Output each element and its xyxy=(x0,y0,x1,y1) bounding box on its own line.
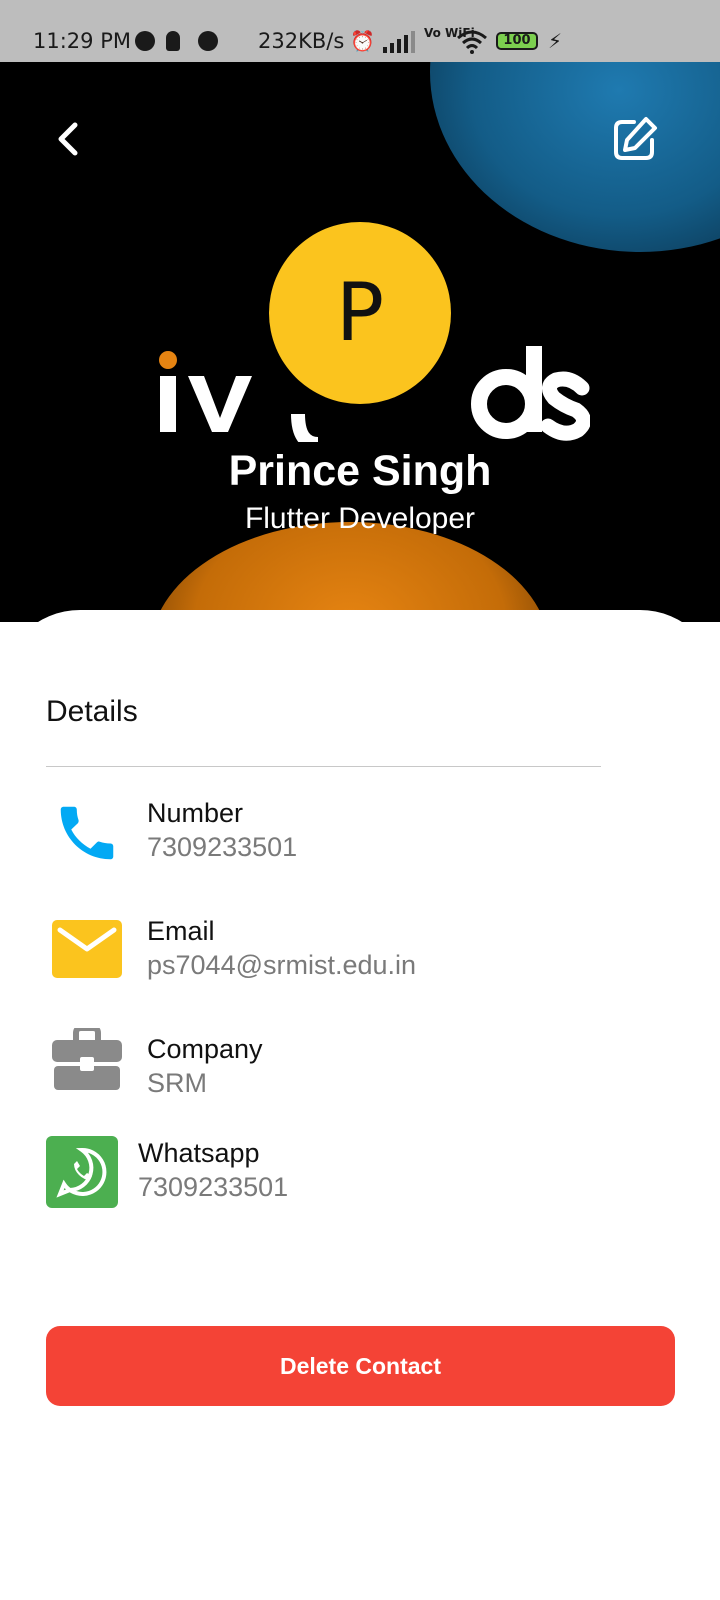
details-panel: Details Number 7309233501 Email ps7044@s… xyxy=(0,610,720,1600)
edit-button[interactable] xyxy=(610,114,660,164)
detail-label: Email xyxy=(147,916,215,946)
contact-title: Flutter Developer xyxy=(244,502,476,535)
detail-label: Company xyxy=(147,1034,263,1064)
section-title: Details xyxy=(46,695,138,728)
wifi-icon xyxy=(457,30,487,54)
signal-icon xyxy=(383,31,415,53)
detail-value: 7309233501 xyxy=(138,1172,289,1202)
email-icon xyxy=(52,920,122,978)
charging-icon: ⚡ xyxy=(548,29,563,53)
decorative-blob xyxy=(150,522,550,622)
decorative-blob xyxy=(430,62,720,252)
avatar: P xyxy=(269,222,451,404)
delete-contact-button[interactable]: Delete Contact xyxy=(46,1326,675,1406)
profile-header: P Prince Singh Flutter Developer xyxy=(0,62,720,622)
detail-label: Whatsapp xyxy=(138,1138,260,1168)
detail-value: ps7044@srmist.edu.in xyxy=(147,950,417,980)
notification-icon xyxy=(166,31,180,51)
contact-name: Prince Singh xyxy=(228,447,492,495)
status-time: 11:29 PM xyxy=(33,29,131,53)
briefcase-icon xyxy=(52,1028,122,1090)
detail-row-whatsapp[interactable]: Whatsapp 7309233501 xyxy=(0,1136,720,1234)
divider xyxy=(46,766,601,767)
status-bar: 11:29 PM 232KB/s ⏰ Vo WiFi 100 ⚡ xyxy=(0,0,720,62)
chevron-left-icon xyxy=(58,122,78,156)
notification-icon xyxy=(198,31,218,51)
detail-label: Number xyxy=(147,798,244,828)
whatsapp-icon xyxy=(46,1136,118,1208)
battery-icon: 100 xyxy=(496,32,538,50)
network-speed: 232KB/s xyxy=(258,29,345,53)
notification-icon xyxy=(135,31,155,51)
detail-row-email[interactable]: Email ps7044@srmist.edu.in xyxy=(0,908,720,998)
alarm-icon: ⏰ xyxy=(350,29,375,53)
detail-value: 7309233501 xyxy=(147,832,298,862)
detail-value: SRM xyxy=(147,1068,207,1098)
phone-icon xyxy=(60,806,114,860)
edit-icon xyxy=(614,117,657,160)
back-button[interactable] xyxy=(44,114,94,164)
detail-row-number[interactable]: Number 7309233501 xyxy=(0,790,720,880)
detail-row-company[interactable]: Company SRM xyxy=(0,1026,720,1116)
